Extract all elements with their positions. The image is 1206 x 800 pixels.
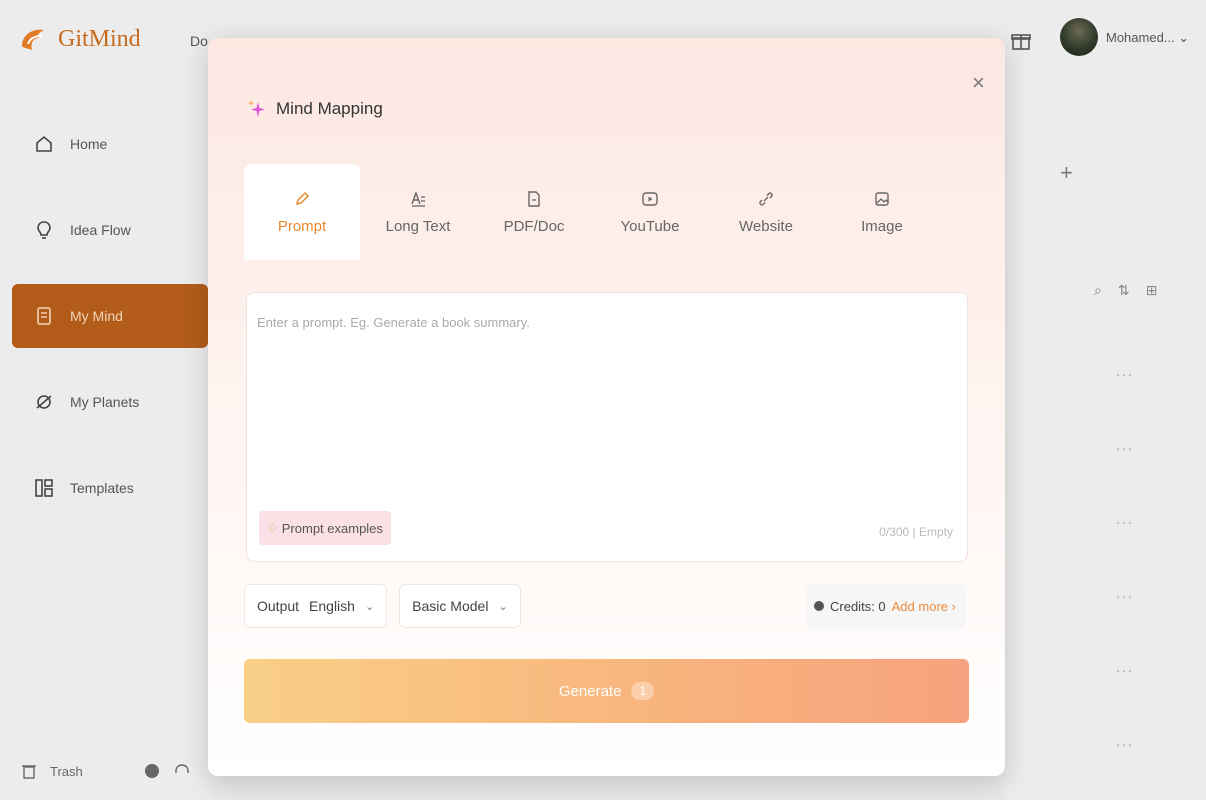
chevron-down-icon: ⌄ [1178,30,1190,45]
tab-image[interactable]: Image [824,164,940,260]
model-value: Basic Model [412,598,489,614]
youtube-icon [642,191,658,206]
link-icon [759,191,773,206]
tab-label: Website [739,217,793,235]
gift-icon[interactable] [1010,30,1032,52]
bulb-icon: ♢ [267,521,278,535]
sparkle-icon [248,100,265,117]
tab-label: Long Text [385,217,451,235]
right-pane [1005,90,1206,800]
sidebar-item-label: Templates [70,480,134,496]
language-value: English [309,598,355,614]
top-nav-item[interactable]: Do [190,33,208,49]
sidebar [0,90,210,800]
sidebar-item-label: Home [70,136,108,152]
add-icon[interactable]: + [1060,160,1073,186]
sidebar-item-templates[interactable]: Templates [12,456,208,520]
dialog-title: Mind Mapping [246,98,383,120]
prompt-input[interactable] [257,315,957,495]
bulb-icon [37,221,51,239]
credits-icon [814,601,824,611]
trash-link[interactable]: Trash [50,764,83,779]
output-language-select[interactable]: Output English ⌄ [244,584,388,628]
prompt-examples-label: Prompt examples [281,520,383,536]
tab-label: Image [861,217,903,235]
sidebar-item-label: Idea Flow [70,222,131,238]
prompt-examples-button[interactable]: ♢ Prompt examples [259,511,391,545]
generate-label: Generate [558,682,622,700]
generate-button[interactable]: Generate 1 [244,659,969,723]
tab-label: Prompt [277,217,327,235]
character-counter: 0/300 | Empty [879,525,953,539]
app-logo[interactable]: GitMind [18,24,141,54]
generate-cost-badge: 1 [631,682,655,700]
chevron-down-icon: ⌄ [364,600,375,613]
user-menu[interactable]: Mohamed... ⌄ [1106,30,1189,46]
more-options-icon[interactable]: ··· [1116,440,1133,456]
more-options-icon[interactable]: ··· [1116,588,1133,604]
sort-icon[interactable]: ⇅ [1118,282,1130,299]
add-more-link[interactable]: Add more › [892,599,956,614]
prompt-panel: ♢ Prompt examples 0/300 | Empty [246,292,968,562]
sidebar-item-home[interactable]: Home [12,112,208,176]
sidebar-item-idea-flow[interactable]: Idea Flow [12,198,208,262]
close-icon[interactable]: × [972,70,985,96]
trash-icon [22,765,36,779]
sidebar-footer: Trash [20,762,191,780]
dialog-title-text: Mind Mapping [276,99,383,118]
templates-icon [35,479,53,497]
more-options-icon[interactable]: ··· [1116,514,1133,530]
file-icon [528,190,540,207]
sidebar-item-label: My Mind [70,308,123,324]
tab-label: YouTube [620,217,680,235]
app-name: GitMind [58,25,141,52]
model-select[interactable]: Basic Model ⌄ [399,584,521,628]
search-icon[interactable]: ⌕ [1094,282,1102,299]
more-options-icon[interactable]: ··· [1116,662,1133,678]
user-name: Mohamed... [1106,30,1175,45]
list-tools: ⌕ ⇅ ⊞ [1094,282,1157,299]
image-icon [875,191,889,206]
credits-value: Credits: 0 [830,598,886,614]
source-tabs: Prompt Long Text PDF/Doc YouTube Website… [244,164,940,260]
more-options-icon[interactable]: ··· [1116,366,1133,382]
doc-icon [37,307,51,325]
tab-youtube[interactable]: YouTube [592,164,708,260]
tab-prompt[interactable]: Prompt [244,164,360,260]
chevron-down-icon: ⌄ [498,600,508,613]
pen-icon [295,191,310,205]
tab-pdf-doc[interactable]: PDF/Doc [476,164,592,260]
headset-icon[interactable] [173,762,191,780]
help-icon[interactable] [143,762,161,780]
avatar[interactable] [1060,18,1098,56]
grid-view-icon[interactable]: ⊞ [1146,282,1158,299]
more-options-icon[interactable]: ··· [1116,736,1133,752]
home-icon [36,135,52,152]
tab-label: PDF/Doc [503,217,565,235]
credits-panel: Credits: 0 Add more › [806,584,966,628]
sidebar-item-label: My Planets [70,394,140,410]
tab-long-text[interactable]: Long Text [360,164,476,260]
options-row: Output English ⌄ Basic Model ⌄ [244,584,521,628]
tab-website[interactable]: Website [708,164,824,260]
gitmind-logo-icon [22,29,44,50]
sidebar-item-my-planets[interactable]: My Planets [12,370,208,434]
output-label: Output [257,598,300,614]
text-icon [411,190,425,207]
planet-icon [36,395,52,409]
sidebar-item-my-mind[interactable]: My Mind [12,284,208,348]
